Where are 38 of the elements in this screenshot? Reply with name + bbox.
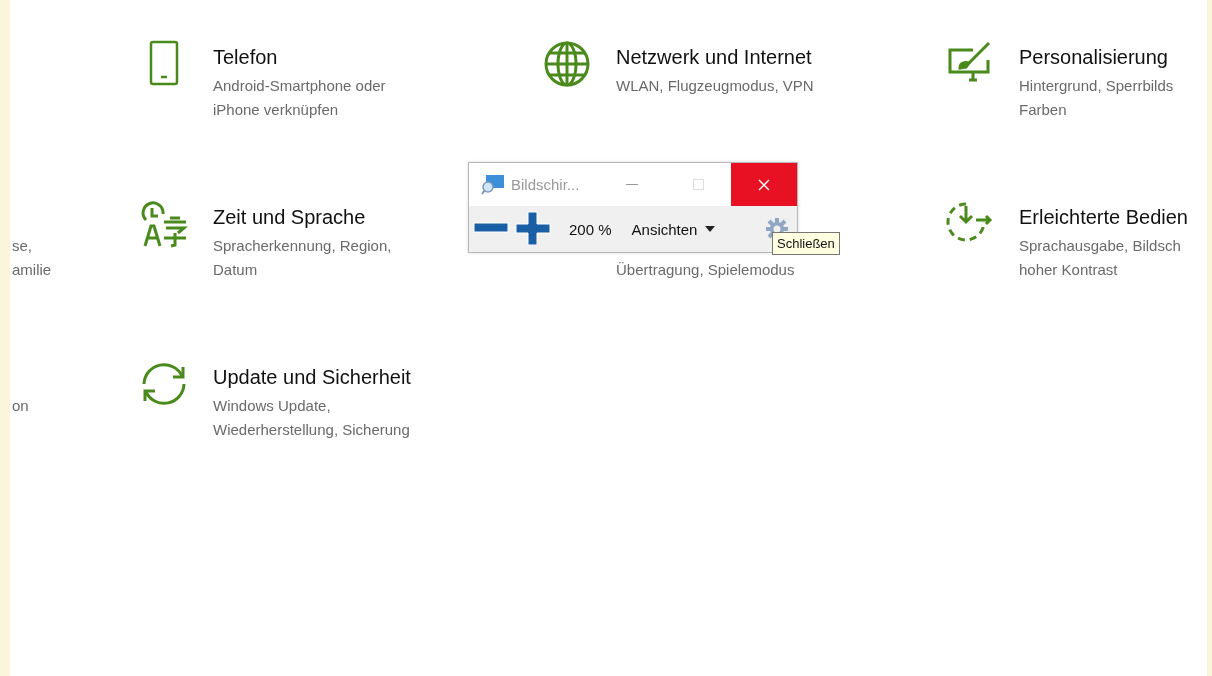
phone-icon (148, 40, 180, 86)
tile-title[interactable]: Netzwerk und Internet (616, 40, 814, 74)
tile-description: Spracherkennung, Region, (213, 236, 392, 256)
minimize-icon (626, 183, 638, 186)
caret-icon (705, 226, 716, 232)
tile-title[interactable]: Telefon (213, 40, 386, 74)
close-icon (758, 178, 770, 191)
tile-title[interactable]: Erleichterte Bedien (1019, 200, 1188, 234)
globe-icon (543, 40, 591, 88)
tooltip: Schließen (772, 232, 840, 255)
tile-title[interactable]: Zeit und Sprache (213, 200, 392, 234)
tile-description: se, (11, 236, 33, 256)
tile-description: Windows Update, (213, 396, 332, 416)
plus-icon (515, 210, 551, 245)
tile-description: WLAN, Flugzeugmodus, VPN (616, 76, 814, 96)
clock-letters-icon (140, 200, 188, 248)
tile-title[interactable]: Update und Sicherheit (213, 360, 411, 394)
sync-icon (140, 360, 188, 408)
tile-description: Sprachausgabe, Bildsch (1019, 236, 1182, 256)
tile-description: Farben (1019, 100, 1068, 120)
maximize-icon (692, 179, 704, 190)
dashed-circle-arrow-icon (946, 200, 994, 244)
tile-description: hoher Kontrast (1019, 260, 1119, 280)
tile-description: Hintergrund, Sperrbilds (1019, 76, 1174, 96)
tile-description: Android-Smartphone oder (213, 76, 386, 96)
tile-title[interactable]: Personalisierung (1019, 40, 1174, 74)
zoom-level: 200 % (569, 220, 612, 238)
magnifier-app-icon (481, 173, 505, 196)
window-title: Bildschir... (511, 176, 581, 193)
tile-description: on (11, 396, 30, 416)
tile-description: iPhone verknüpfen (213, 100, 340, 120)
paint-monitor-icon (947, 40, 993, 82)
views-dropdown[interactable]: Ansichten (631, 220, 716, 238)
tile-description: amilie (11, 260, 53, 280)
tile-description: Wiederherstellung, Sicherung (213, 420, 411, 440)
tile-description: Übertragung, Spielemodus (616, 260, 795, 280)
zoom-in-button[interactable] (515, 210, 551, 248)
tile-description: Datum (213, 260, 259, 280)
